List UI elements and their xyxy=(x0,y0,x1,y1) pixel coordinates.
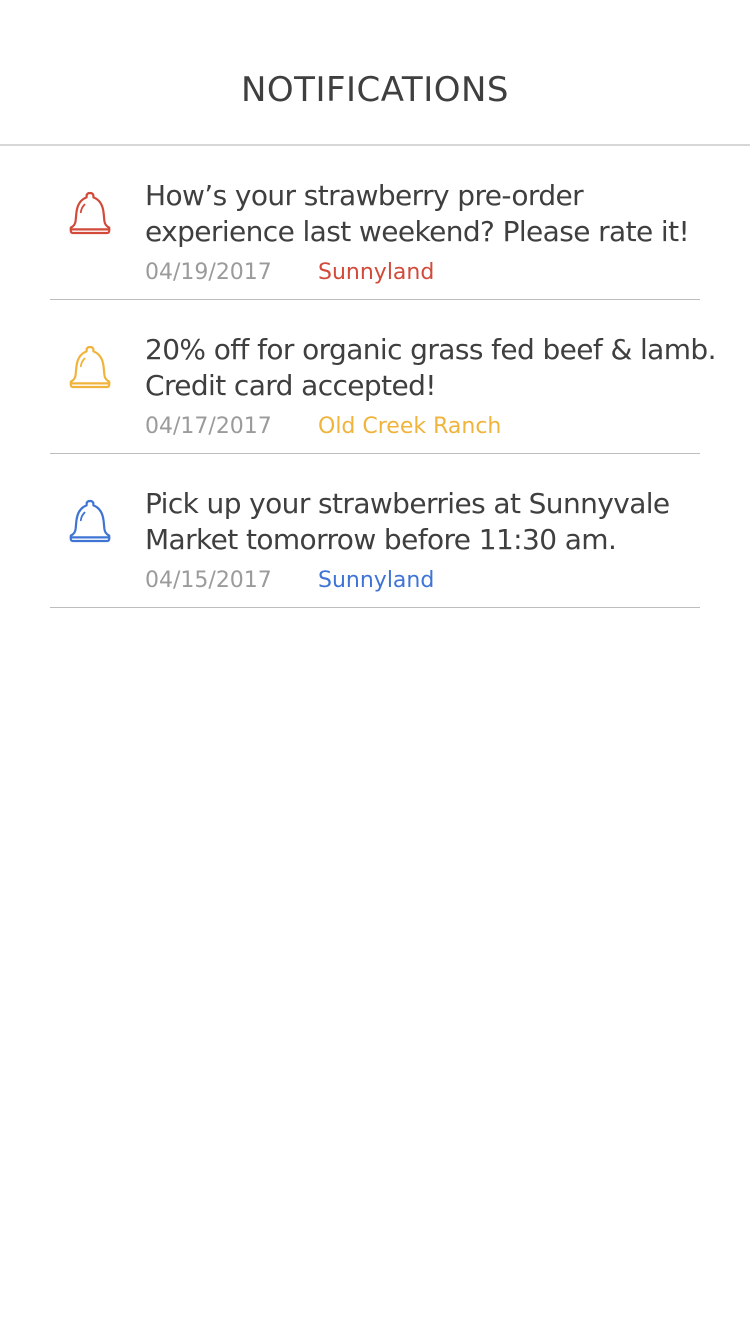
notification-date: 04/19/2017 xyxy=(145,260,272,285)
notification-meta: 04/15/2017 Sunnyland xyxy=(145,566,710,596)
notification-message-line: How’s your strawberry pre-order xyxy=(145,179,584,212)
notification-item[interactable]: 20% off for organic grass fed beef & lam… xyxy=(50,300,716,454)
notification-message-line: Market tomorrow before 11:30 am. xyxy=(145,523,617,556)
notification-source[interactable]: Sunnyland xyxy=(318,258,434,288)
notification-content: 20% off for organic grass fed beef & lam… xyxy=(145,332,716,442)
header: NOTIFICATIONS xyxy=(0,0,750,146)
notification-content: How’s your strawberry pre-order experien… xyxy=(145,178,710,288)
notification-source[interactable]: Old Creek Ranch xyxy=(318,412,501,442)
bell-icon xyxy=(66,494,114,550)
notification-content: Pick up your strawberries at Sunnyvale M… xyxy=(145,486,710,596)
notification-message-line: Pick up your strawberries at Sunnyvale xyxy=(145,487,670,520)
notification-meta: 04/19/2017 Sunnyland xyxy=(145,258,710,288)
notification-date: 04/15/2017 xyxy=(145,568,272,593)
notification-date: 04/17/2017 xyxy=(145,414,272,439)
notification-meta: 04/17/2017 Old Creek Ranch xyxy=(145,412,710,442)
notification-message-line: experience last weekend? Please rate it! xyxy=(145,215,690,248)
notification-source[interactable]: Sunnyland xyxy=(318,566,434,596)
page-title: NOTIFICATIONS xyxy=(240,70,509,110)
notification-message-line: Credit card accepted! xyxy=(145,369,437,402)
notification-list: How’s your strawberry pre-order experien… xyxy=(50,146,716,608)
notifications-screen: NOTIFICATIONS How’s your strawberry pre-… xyxy=(0,0,750,1334)
bell-icon xyxy=(66,340,114,396)
notification-item[interactable]: How’s your strawberry pre-order experien… xyxy=(50,146,700,300)
bell-icon xyxy=(66,186,114,242)
notification-message-line: 20% off for organic grass fed beef & lam… xyxy=(145,333,716,366)
notification-item[interactable]: Pick up your strawberries at Sunnyvale M… xyxy=(50,454,700,608)
